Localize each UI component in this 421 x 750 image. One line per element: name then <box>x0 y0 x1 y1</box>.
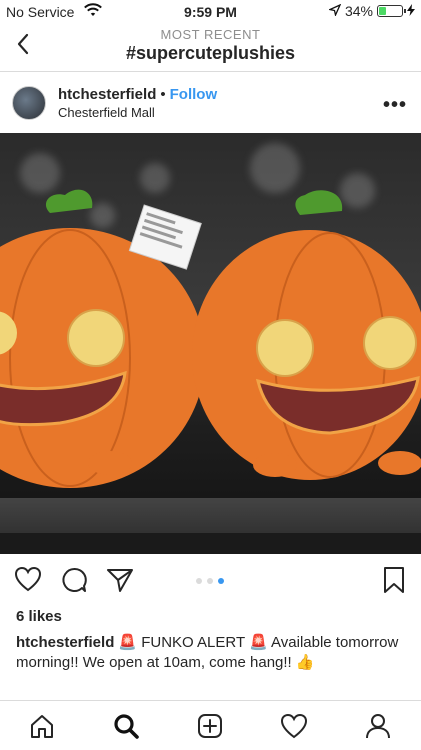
carousel-dot <box>207 578 213 584</box>
more-options-button[interactable]: ••• <box>383 94 407 117</box>
tab-profile[interactable] <box>363 711 393 741</box>
separator-dot: • <box>160 86 166 103</box>
search-icon <box>114 714 139 739</box>
status-bar: No Service 9:59 PM 34% <box>0 0 421 22</box>
header-subtitle: MOST RECENT <box>160 27 261 42</box>
save-button[interactable] <box>382 566 406 599</box>
share-icon <box>107 569 133 592</box>
battery-icon <box>377 5 406 17</box>
bookmark-icon <box>384 567 404 593</box>
post-actions <box>0 560 421 600</box>
carousel-indicator <box>196 578 224 584</box>
battery-percent: 34% <box>344 3 373 19</box>
home-icon <box>31 715 53 738</box>
post-caption: htchesterfield 🚨 FUNKO ALERT 🚨 Available … <box>16 633 411 673</box>
likes-count[interactable]: 6 likes <box>16 608 62 625</box>
follow-button[interactable]: Follow <box>170 86 218 103</box>
tab-search[interactable] <box>111 711 141 741</box>
post-image[interactable] <box>0 133 421 554</box>
tab-new-post[interactable] <box>195 711 225 741</box>
ellipsis-icon: ••• <box>382 94 407 116</box>
profile-icon <box>366 714 390 739</box>
nav-header: MOST RECENT #supercuteplushies <box>0 22 421 72</box>
location-arrow-icon <box>327 3 342 19</box>
new-post-icon <box>198 714 222 738</box>
carousel-dot <box>218 578 224 584</box>
bottom-tab-bar <box>0 700 421 750</box>
share-button[interactable] <box>106 566 134 599</box>
carousel-dot <box>196 578 202 584</box>
heart-icon <box>14 566 42 592</box>
pumpkin-plushies-illustration <box>0 189 421 488</box>
tab-home[interactable] <box>27 711 57 741</box>
activity-icon <box>280 713 308 739</box>
comment-button[interactable] <box>60 566 88 599</box>
like-button[interactable] <box>14 566 42 597</box>
post-username-row: htchesterfield • Follow <box>58 86 217 103</box>
charging-bolt-icon <box>407 3 415 19</box>
tab-activity[interactable] <box>279 711 309 741</box>
right-pumpkin <box>192 190 421 480</box>
comment-icon <box>62 567 87 592</box>
post-header: htchesterfield • Follow Chesterfield Mall … <box>0 80 421 130</box>
page-title: #supercuteplushies <box>125 43 296 63</box>
avatar[interactable] <box>12 86 46 120</box>
caption-username[interactable]: htchesterfield <box>16 634 114 651</box>
post-username[interactable]: htchesterfield <box>58 86 156 103</box>
post-location[interactable]: Chesterfield Mall <box>58 105 155 120</box>
